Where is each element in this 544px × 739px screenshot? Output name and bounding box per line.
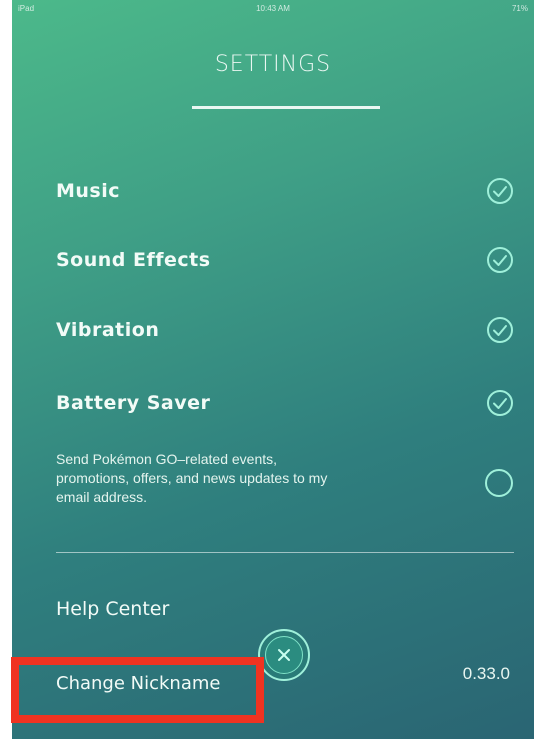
help-center-link[interactable]: Help Center	[56, 598, 169, 620]
setting-sound-effects-label: Sound Effects	[56, 249, 211, 271]
setting-email-opt-in[interactable]: Send Pokémon GO–related events, promotio…	[56, 450, 516, 520]
setting-vibration-label: Vibration	[56, 319, 160, 341]
status-time: 10:43 AM	[256, 4, 290, 13]
close-button[interactable]	[258, 629, 310, 681]
setting-music[interactable]: Music	[56, 171, 516, 211]
status-device: iPad	[18, 4, 35, 13]
title-underline	[192, 106, 380, 109]
email-opt-in-line-2: promotions, offers, and news updates to …	[56, 470, 328, 486]
close-button-inner	[265, 636, 303, 674]
check-circle-icon[interactable]	[486, 177, 514, 205]
email-opt-in-line-1: Send Pokémon GO–related events,	[56, 451, 278, 467]
check-circle-icon[interactable]	[486, 389, 514, 417]
section-divider	[56, 552, 514, 553]
status-battery: 71%	[511, 4, 528, 13]
app-version: 0.33.0	[462, 664, 510, 683]
settings-screen: iPad 10:43 AM 71% SETTINGS Music Sound E…	[12, 0, 534, 739]
highlight-box	[11, 657, 264, 723]
status-bar: iPad 10:43 AM 71%	[12, 0, 534, 18]
setting-music-label: Music	[56, 180, 121, 202]
setting-sound-effects[interactable]: Sound Effects	[56, 240, 516, 280]
setting-battery-saver[interactable]: Battery Saver	[56, 383, 516, 423]
check-circle-icon[interactable]	[486, 246, 514, 274]
setting-battery-saver-label: Battery Saver	[56, 392, 211, 414]
email-opt-in-line-3: email address.	[56, 489, 148, 505]
page-title: SETTINGS	[214, 52, 332, 77]
email-opt-in-text: Send Pokémon GO–related events, promotio…	[56, 450, 436, 507]
setting-vibration[interactable]: Vibration	[56, 310, 516, 350]
empty-circle-icon[interactable]	[484, 468, 514, 498]
close-icon	[278, 649, 290, 661]
check-circle-icon[interactable]	[486, 316, 514, 344]
